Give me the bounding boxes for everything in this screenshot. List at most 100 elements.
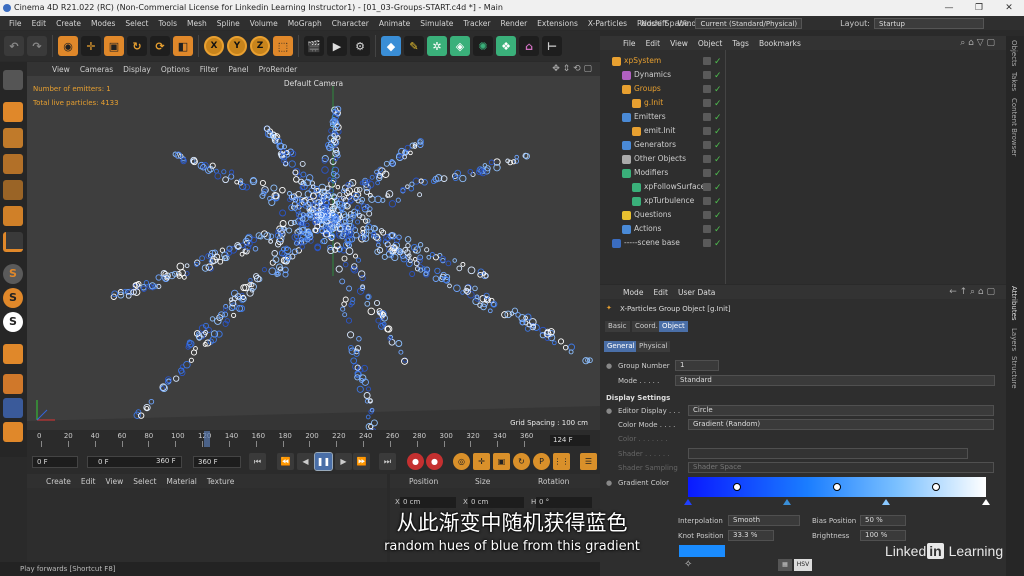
object-row[interactable]: Modifiers ✓ [600,166,1006,180]
x-axis-lock-button[interactable]: X [204,36,224,56]
polygon-mode-icon[interactable] [3,206,23,226]
gradient-knot[interactable] [982,499,990,505]
color-mode-dropdown[interactable]: Gradient (Random) [688,419,994,430]
material-menu-edit[interactable]: Edit [76,477,101,486]
tab-content-browser-vertical[interactable]: Content Browser [1010,98,1018,156]
y-axis-lock-button[interactable]: Y [227,36,247,56]
timeline-window-icon[interactable]: ☰ [580,453,597,470]
object-name[interactable]: Generators [634,138,676,152]
rgb-mode-icon[interactable]: ▦ [778,559,792,571]
render-picture-viewer-icon[interactable]: ▶ [327,36,347,56]
tab-takes-vertical[interactable]: Takes [1010,72,1018,91]
floor-icon[interactable] [3,422,23,442]
prev-key-icon[interactable]: ⏪ [277,453,294,470]
tab-attributes-vertical[interactable]: Attributes [1010,286,1018,321]
visibility-flags[interactable]: ✓ [703,57,723,67]
subtab-physical[interactable]: Physical [636,341,671,352]
visibility-flags[interactable]: ✓ [703,169,723,179]
coordinate-system-icon[interactable]: ⬚ [273,36,293,56]
scale-icon[interactable]: ▣ [104,36,124,56]
object-row[interactable]: Dynamics ✓ [600,68,1006,82]
am-menu-edit[interactable]: Edit [648,288,673,297]
gradient-bias-knob[interactable] [932,483,940,491]
current-frame-field[interactable]: 124 F [550,435,590,446]
menu-mesh[interactable]: Mesh [182,19,212,28]
material-menu-create[interactable]: Create [41,477,76,486]
gradient-color-bar[interactable] [688,477,986,497]
visibility-flags[interactable]: ✓ [703,113,723,123]
object-name[interactable]: Modifiers [634,166,668,180]
object-name[interactable]: Dynamics [634,68,671,82]
object-name[interactable]: -----scene base [624,236,680,250]
snap-settings-icon[interactable]: S [3,288,23,308]
rotation-key-icon[interactable]: ↻ [513,453,530,470]
viewport-menu-panel[interactable]: Panel [223,65,253,74]
viewport-nav-icons[interactable]: ✥ ⇕ ⟲ ▢ [552,64,592,74]
step-forward-icon[interactable]: ▶ [335,453,352,470]
visibility-flags[interactable]: ✓ [703,141,723,151]
gradient-knot[interactable] [783,499,791,505]
parameter-key-icon[interactable]: P [533,453,550,470]
object-row[interactable]: -----scene base ✓ [600,236,1006,250]
group-number-field[interactable]: 1 [675,360,719,371]
scene-icon[interactable]: ⌂ [519,36,539,56]
material-menu-select[interactable]: Select [128,477,161,486]
viewport-menu-filter[interactable]: Filter [195,65,224,74]
axis-mode-icon[interactable] [3,232,23,252]
viewport-menu-view[interactable]: View [47,65,75,74]
deformer-icon[interactable]: ✺ [473,36,493,56]
pen-spline-icon[interactable]: ✎ [404,36,424,56]
hsv-mode-button[interactable]: HSV [794,559,812,571]
visibility-flags[interactable]: ✓ [703,197,723,207]
goto-start-icon[interactable]: ⏮ [249,453,266,470]
menu-mograph[interactable]: MoGraph [283,19,327,28]
record-icon[interactable]: ● [407,453,424,470]
menu-tracker[interactable]: Tracker [458,19,495,28]
object-row[interactable]: Actions ✓ [600,222,1006,236]
object-name[interactable]: Questions [634,208,671,222]
object-name[interactable]: xpFollowSurface [644,180,705,194]
viewport-menu-cameras[interactable]: Cameras [75,65,118,74]
visibility-flags[interactable]: ✓ [703,71,723,81]
menu-tools[interactable]: Tools [154,19,182,28]
grid-icon[interactable] [3,374,23,394]
menu-animate[interactable]: Animate [374,19,415,28]
z-axis-lock-button[interactable]: Z [250,36,270,56]
visibility-flags[interactable]: ✓ [703,183,723,193]
color-picker-icon[interactable]: ✧ [684,559,696,571]
timeline-ruler[interactable]: 124 F 0204060801001201401601802002202402… [27,430,600,450]
material-menu-view[interactable]: View [100,477,128,486]
om-menu-bookmarks[interactable]: Bookmarks [754,39,806,48]
cloner-icon[interactable]: ❖ [496,36,516,56]
locked-workplane-icon[interactable] [3,398,23,418]
render-view-icon[interactable]: 🎬 [304,36,324,56]
next-key-icon[interactable]: ⏩ [353,453,370,470]
start-frame-field[interactable]: 0 F [32,456,78,468]
camera-icon[interactable]: ⊢ [542,36,562,56]
redo-icon[interactable]: ↷ [27,36,47,56]
object-row[interactable]: Generators ✓ [600,138,1006,152]
object-name[interactable]: xpSystem [624,54,661,68]
minimize-button[interactable]: — [934,0,964,16]
end-frame-field[interactable]: 360 F [193,456,241,468]
pla-key-icon[interactable]: ⋮⋮ [553,453,570,470]
3d-viewport[interactable]: Default Camera Number of emitters: 1 Tot… [27,76,600,430]
maximize-button[interactable]: ❐ [964,0,994,16]
live-selection-icon[interactable]: ◉ [58,36,78,56]
object-row[interactable]: emit.Init ✓ [600,124,1006,138]
snap-icon[interactable]: S [3,264,23,284]
node-space-dropdown[interactable]: Current (Standard/Physical) [695,17,803,29]
material-menu-material[interactable]: Material [161,477,201,486]
am-menu-mode[interactable]: Mode [618,288,648,297]
menu-spline[interactable]: Spline [212,19,245,28]
subtab-general[interactable]: General [604,341,638,352]
menu-modes[interactable]: Modes [86,19,120,28]
undo-icon[interactable]: ↶ [4,36,24,56]
object-name[interactable]: Other Objects [634,152,686,166]
make-editable-icon[interactable] [3,70,23,90]
array-icon[interactable]: ◈ [450,36,470,56]
keyframe-selection-icon[interactable]: ◎ [453,453,470,470]
om-menu-object[interactable]: Object [693,39,727,48]
object-row[interactable]: Questions ✓ [600,208,1006,222]
recent-tools-icon[interactable]: ⟳ [150,36,170,56]
